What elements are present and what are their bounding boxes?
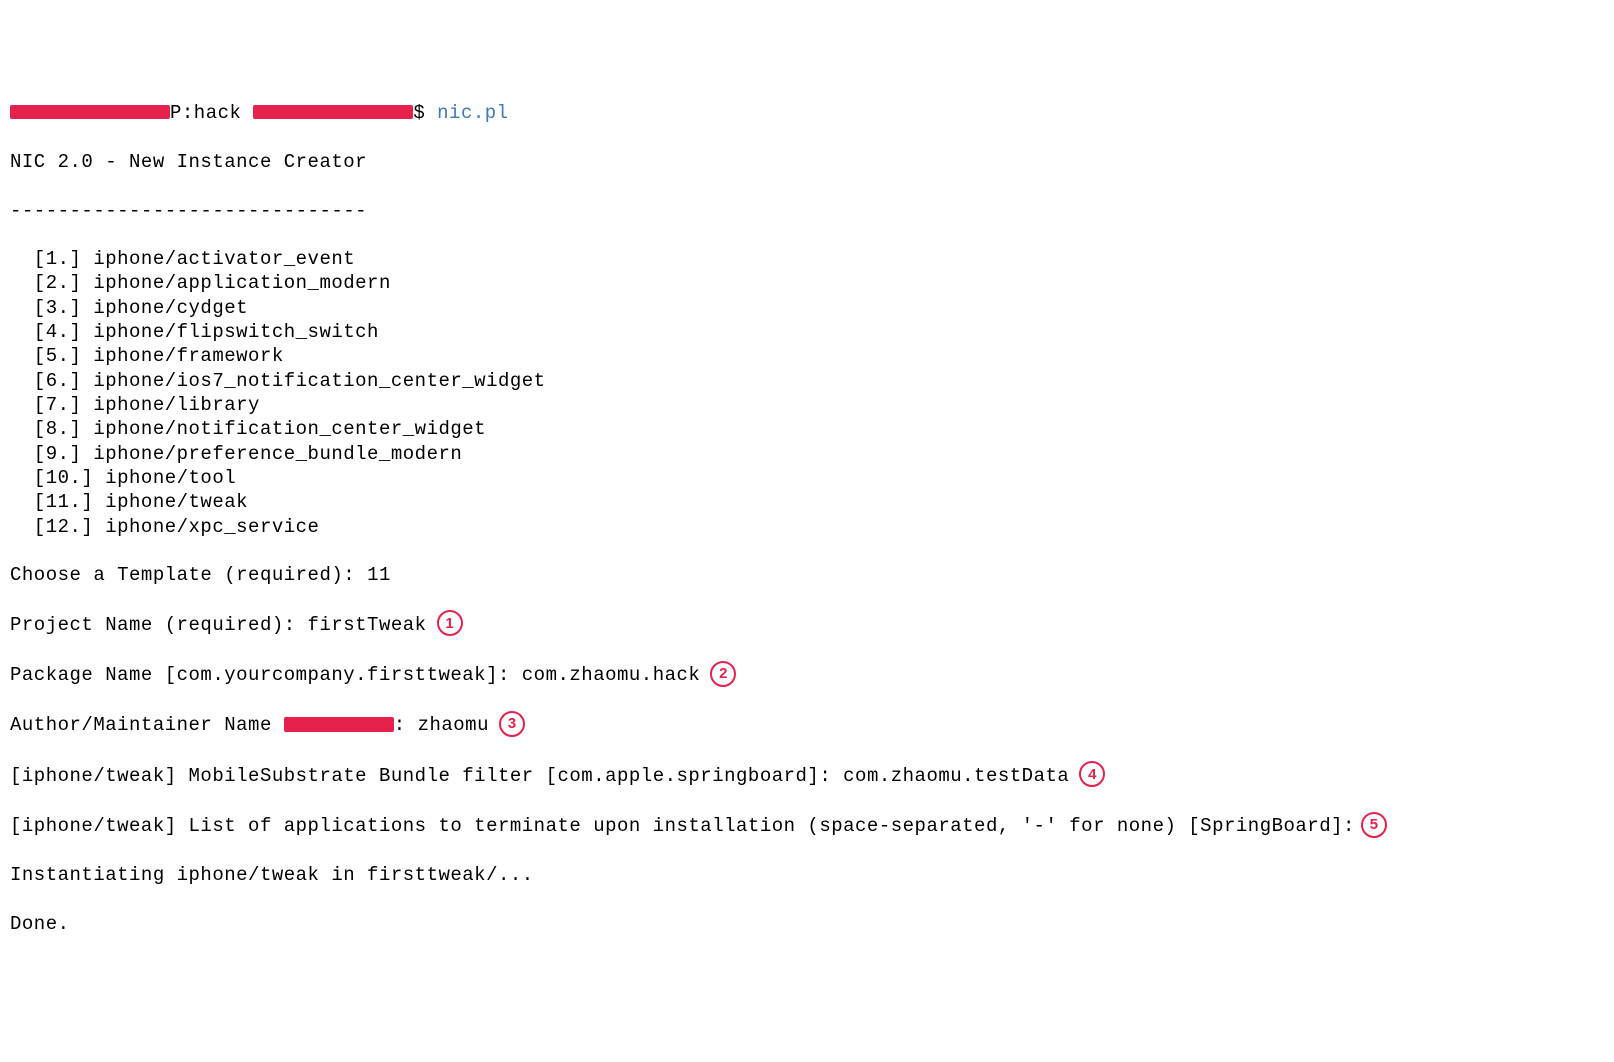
template-item: [9.] iphone/preference_bundle_modern — [10, 442, 1604, 466]
annotation-5: 5 — [1361, 812, 1387, 838]
author-label: Author/Maintainer Name — [10, 714, 284, 736]
package-name-label: Package Name [com.yourcompany.firsttweak… — [10, 664, 522, 686]
project-name-line: Project Name (required): firstTweak 1 — [10, 612, 1604, 638]
bundle-filter-label: [iphone/tweak] MobileSubstrate Bundle fi… — [10, 765, 843, 787]
redaction — [253, 105, 413, 119]
redaction — [10, 105, 170, 119]
annotation-1: 1 — [437, 610, 463, 636]
package-name-value: com.zhaomu.hack — [522, 664, 701, 686]
annotation-3: 3 — [499, 711, 525, 737]
template-item: [1.] iphone/activator_event — [10, 247, 1604, 271]
template-item: [11.] iphone/tweak — [10, 490, 1604, 514]
redaction — [284, 717, 394, 731]
choose-template-value: 11 — [367, 564, 391, 586]
done-line: Done. — [10, 912, 1604, 936]
author-value: zhaomu — [418, 714, 489, 736]
template-list: [1.] iphone/activator_event [2.] iphone/… — [10, 247, 1604, 539]
divider-line: ------------------------------ — [10, 199, 1604, 223]
prompt-mid: P:hack — [170, 102, 253, 124]
command-text: nic.pl — [437, 102, 508, 124]
prompt-suffix: $ — [413, 102, 437, 124]
choose-template-line: Choose a Template (required): 11 — [10, 563, 1604, 587]
template-item: [8.] iphone/notification_center_widget — [10, 417, 1604, 441]
bundle-filter-line: [iphone/tweak] MobileSubstrate Bundle fi… — [10, 763, 1604, 789]
annotation-2: 2 — [710, 661, 736, 687]
prompt-line: P:hack $ nic.pl — [10, 101, 1604, 125]
project-name-value: firstTweak — [308, 614, 427, 636]
template-item: [6.] iphone/ios7_notification_center_wid… — [10, 369, 1604, 393]
terminate-list-text: [iphone/tweak] List of applications to t… — [10, 815, 1355, 837]
terminate-list-line: [iphone/tweak] List of applications to t… — [10, 813, 1604, 839]
package-name-line: Package Name [com.yourcompany.firsttweak… — [10, 662, 1604, 688]
instantiating-line: Instantiating iphone/tweak in firsttweak… — [10, 863, 1604, 887]
bundle-filter-value: com.zhaomu.testData — [843, 765, 1069, 787]
author-line: Author/Maintainer Name : zhaomu 3 — [10, 712, 1604, 738]
choose-template-label: Choose a Template (required): — [10, 564, 367, 586]
template-item: [4.] iphone/flipswitch_switch — [10, 320, 1604, 344]
project-name-label: Project Name (required): — [10, 614, 308, 636]
template-item: [3.] iphone/cydget — [10, 296, 1604, 320]
header-line: NIC 2.0 - New Instance Creator — [10, 150, 1604, 174]
template-item: [12.] iphone/xpc_service — [10, 515, 1604, 539]
template-item: [2.] iphone/application_modern — [10, 271, 1604, 295]
template-item: [5.] iphone/framework — [10, 344, 1604, 368]
template-item: [7.] iphone/library — [10, 393, 1604, 417]
author-sep: : — [394, 714, 418, 736]
annotation-4: 4 — [1079, 761, 1105, 787]
template-item: [10.] iphone/tool — [10, 466, 1604, 490]
